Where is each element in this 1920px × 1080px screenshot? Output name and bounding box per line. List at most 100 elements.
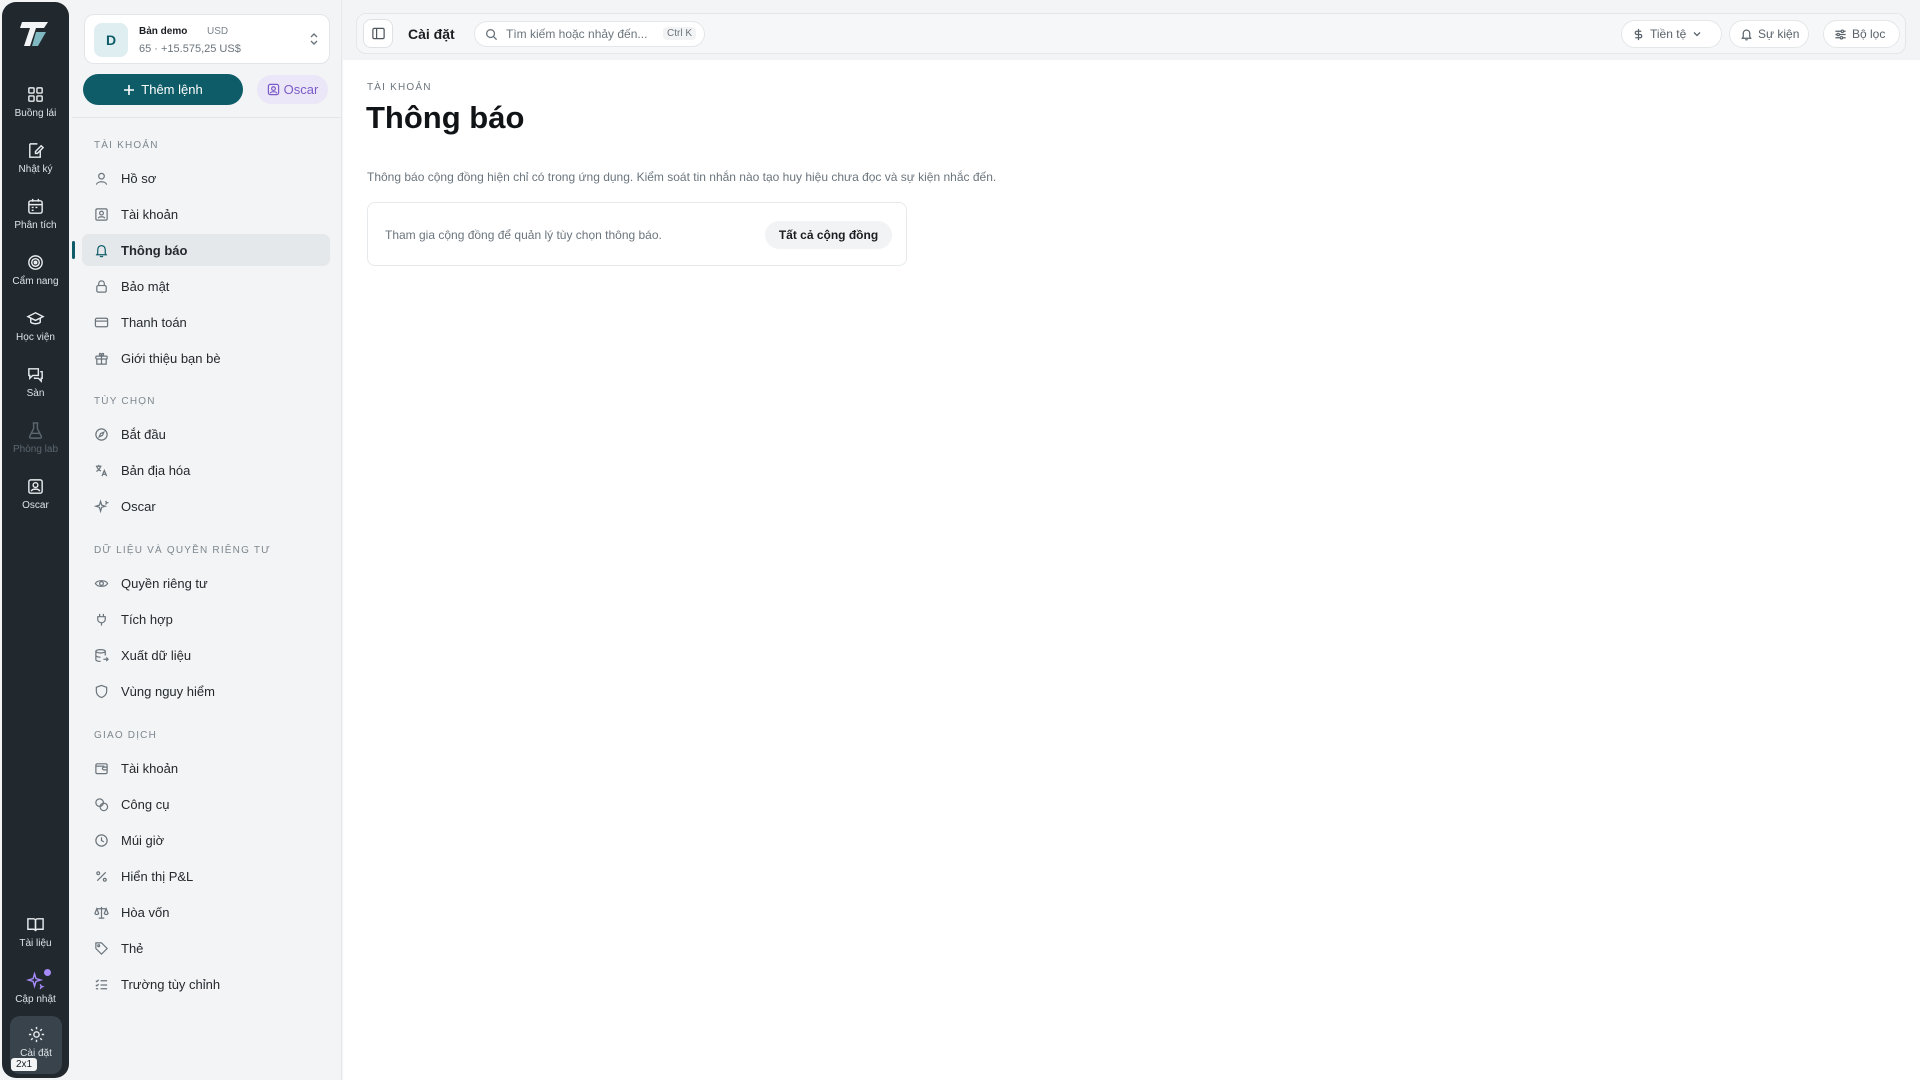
section-header-trading: Giao dịch <box>94 730 158 741</box>
nav-item-trading-accounts[interactable]: Tài khoản <box>82 752 330 784</box>
rail-label: Sàn <box>26 388 45 399</box>
nav-item-breakeven[interactable]: Hòa vốn <box>82 896 330 928</box>
rail-item-lab[interactable]: Phòng lab <box>2 418 69 468</box>
nav-item-label: Bảo mật <box>121 278 170 294</box>
account-avatar: D <box>94 23 128 57</box>
nav-item-custom-fields[interactable]: Trường tùy chỉnh <box>82 968 330 1000</box>
divider <box>72 117 342 118</box>
filter-label: Bộ lọc <box>1852 27 1886 41</box>
search-icon <box>486 28 498 40</box>
rail-item-oscar[interactable]: Oscar <box>2 474 69 524</box>
app-logo-icon[interactable] <box>18 16 54 52</box>
rail-item-community[interactable]: Sàn <box>2 362 69 412</box>
nav-item-label: Trường tùy chỉnh <box>121 976 221 992</box>
nav-item-label: Tài khoản <box>121 760 179 776</box>
percent-icon <box>96 870 107 882</box>
nav-item-label: Oscar <box>121 498 156 514</box>
settings-sidebar: D Bản demo USD 65 · +15.575,25 US$ Thêm … <box>72 0 342 1080</box>
icon-rail: Buồng lái Nhật ký Phân tích Cẩm nang Học… <box>2 2 69 1078</box>
rail-label: Oscar <box>22 500 49 511</box>
nav-item-billing[interactable]: Thanh toán <box>82 306 330 338</box>
rail-item-docs[interactable]: Tài liệu <box>2 912 69 962</box>
account-currency: USD <box>207 26 229 37</box>
currency-label: Tiền tệ <box>1650 27 1687 41</box>
currency-dropdown[interactable]: Tiền tệ <box>1621 20 1722 48</box>
nav-item-label: Hiển thị P&L <box>121 868 194 884</box>
nav-item-label: Bắt đầu <box>121 426 166 442</box>
chevron-up-down-icon <box>310 33 318 45</box>
rail-item-academy[interactable]: Học viện <box>2 306 69 356</box>
sliders-icon <box>1835 28 1846 40</box>
nav-item-notifications[interactable]: Thông báo <box>72 234 330 266</box>
oscar-label: Oscar <box>283 82 319 97</box>
nav-item-timezone[interactable]: Múi giờ <box>82 824 330 856</box>
eye-icon <box>94 579 109 587</box>
rail-label: Phòng lab <box>12 444 59 455</box>
nav-item-label: Tích hợp <box>121 611 173 627</box>
search-input[interactable]: Tìm kiếm hoặc nhảy đến... Ctrl K <box>474 21 705 47</box>
nav-item-localization[interactable]: Bản địa hóa <box>82 454 330 486</box>
nav-item-label: Xuất dữ liệu <box>121 647 192 663</box>
filter-button[interactable]: Bộ lọc <box>1823 20 1900 48</box>
nav-item-instruments[interactable]: Công cụ <box>82 788 330 820</box>
gift-icon <box>95 352 108 365</box>
main-content: TÀI KHOẢN Thông báo Thông báo cộng đồng … <box>343 60 1920 1080</box>
nav-item-privacy[interactable]: Quyền riêng tư <box>82 567 330 599</box>
rail-label: Cập nhật <box>15 994 56 1005</box>
account-name: Bản demo <box>139 26 188 37</box>
events-button[interactable]: Sự kiện <box>1729 20 1809 48</box>
rail-item-playbook[interactable]: Cẩm nang <box>2 250 69 300</box>
nav-item-label: Hòa vốn <box>121 904 170 920</box>
notification-dot <box>44 969 51 976</box>
page-title: Thông báo <box>366 100 525 135</box>
nav-item-label: Thẻ <box>121 940 144 956</box>
add-trade-button[interactable]: Thêm lệnh <box>83 74 243 105</box>
user-icon <box>95 172 108 185</box>
list-check-icon <box>95 978 108 989</box>
nav-item-account[interactable]: Tài khoản <box>82 198 330 230</box>
sidebar-toggle-button[interactable] <box>363 19 393 48</box>
nav-item-export[interactable]: Xuất dữ liệu <box>82 639 330 671</box>
lock-icon <box>96 279 107 293</box>
rail-item-journal[interactable]: Nhật ký <box>2 138 69 188</box>
compass-icon <box>95 427 108 441</box>
rail-label: Nhật ký <box>18 164 53 175</box>
nav-item-label: Thanh toán <box>121 314 187 330</box>
rail-item-dashboard[interactable]: Buồng lái <box>2 82 69 132</box>
calendar-icon <box>28 198 43 214</box>
oscar-button[interactable]: Oscar <box>257 75 328 104</box>
all-communities-button[interactable]: Tất cả cộng đồng <box>765 221 892 249</box>
nav-item-getting-started[interactable]: Bắt đầu <box>82 418 330 450</box>
nav-item-label: Bản địa hóa <box>121 462 191 478</box>
account-balance: 65 · +15.575,25 US$ <box>139 43 241 55</box>
nav-item-security[interactable]: Bảo mật <box>82 270 330 302</box>
dollar-icon <box>1634 28 1643 40</box>
oscar-icon <box>267 83 279 96</box>
nav-item-pnl-display[interactable]: Hiển thị P&L <box>82 860 330 892</box>
nav-item-danger-zone[interactable]: Vùng nguy hiểm <box>82 675 330 707</box>
nav-item-label: Thông báo <box>121 242 188 258</box>
search-placeholder: Tìm kiếm hoặc nhảy đến... <box>506 27 648 41</box>
gear-icon <box>28 1026 44 1043</box>
rail-label: Tài liệu <box>19 938 52 949</box>
rail-item-analytics[interactable]: Phân tích <box>2 194 69 244</box>
tag-icon <box>95 941 108 955</box>
sparkle-icon <box>26 971 45 990</box>
chevron-down-icon <box>1693 32 1701 37</box>
chat-icon <box>28 368 43 383</box>
rail-item-updates[interactable]: Cập nhật <box>2 968 69 1018</box>
account-switcher[interactable]: D Bản demo USD 65 · +15.575,25 US$ <box>84 14 330 64</box>
nav-item-tags[interactable]: Thẻ <box>82 932 330 964</box>
page-description: Thông báo cộng đồng hiện chỉ có trong ứn… <box>367 170 997 184</box>
nav-item-referral[interactable]: Giới thiệu bạn bè <box>82 342 330 374</box>
nav-item-oscar[interactable]: Oscar <box>82 490 330 522</box>
shield-icon <box>95 684 108 698</box>
nav-item-profile[interactable]: Hồ sơ <box>82 162 330 194</box>
nav-item-label: Tài khoản <box>121 206 179 222</box>
community-notice-card: Tham gia cộng đồng để quản lý tùy chọn t… <box>367 202 907 266</box>
graduation-cap-icon <box>26 312 45 325</box>
dashboard-icon <box>28 87 43 102</box>
nav-item-label: Hồ sơ <box>121 170 157 186</box>
rail-label: Buồng lái <box>14 108 57 119</box>
nav-item-integrations[interactable]: Tích hợp <box>82 603 330 635</box>
